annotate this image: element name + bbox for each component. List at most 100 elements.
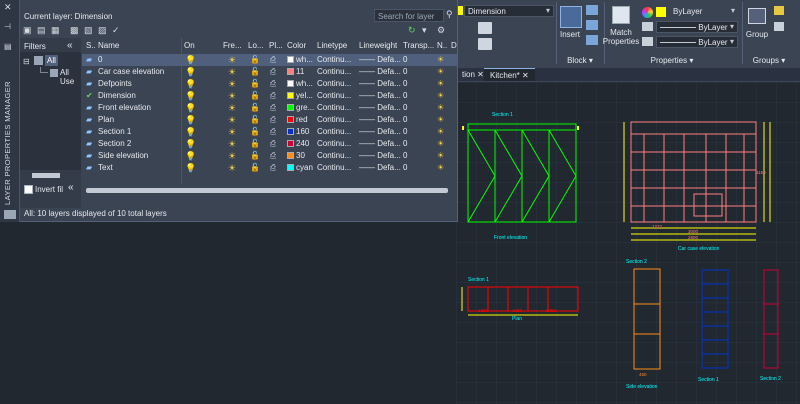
collapse-filters-icon[interactable]: « [67, 40, 73, 51]
col-newvp[interactable]: N.. [437, 38, 447, 52]
freeze-sun-icon[interactable]: ☀ [228, 150, 236, 162]
freeze-sun-icon[interactable]: ☀ [228, 126, 236, 138]
freeze-sun-icon[interactable]: ☀ [228, 90, 236, 102]
close-icon[interactable]: ✕ [477, 70, 484, 79]
layer-color[interactable]: wh... [287, 54, 315, 66]
layer-lineweight[interactable]: —— Defa... [359, 66, 401, 78]
group-tool-icon-2[interactable] [774, 22, 784, 31]
on-bulb-icon[interactable]: 💡 [185, 102, 196, 114]
layer-name[interactable]: Section 2 [98, 138, 180, 150]
freeze-sun-icon[interactable]: ☀ [228, 54, 236, 66]
col-status[interactable]: S.. [86, 38, 96, 52]
layer-transparency[interactable]: 0 [403, 78, 417, 90]
layer-lineweight[interactable]: —— Defa... [359, 102, 401, 114]
layer-linetype[interactable]: Continu... [317, 78, 357, 90]
layer-lineweight[interactable]: —— Defa... [359, 90, 401, 102]
group-tool-icon[interactable] [774, 6, 784, 15]
new-filter-icon[interactable]: ▣ [23, 24, 32, 36]
collapse-icon[interactable]: « [68, 182, 74, 193]
printer-icon[interactable]: ⎙ [270, 78, 276, 90]
layer-dropdown[interactable]: Dimension [464, 5, 554, 17]
linetype-dropdown[interactable]: ByLayer [656, 21, 738, 33]
tree-item-all-used[interactable]: All Use [60, 68, 81, 86]
on-bulb-icon[interactable]: 💡 [185, 162, 196, 174]
col-description[interactable]: D [451, 38, 457, 52]
expand-icon[interactable]: ⊟ [23, 57, 30, 66]
tree-item-all[interactable]: All [45, 55, 58, 66]
unlock-icon[interactable]: 🔓 [250, 162, 260, 174]
col-color[interactable]: Color [287, 38, 306, 52]
on-bulb-icon[interactable]: 💡 [185, 138, 196, 150]
layer-linetype[interactable]: Continu... [317, 126, 357, 138]
layer-row[interactable]: ▰ Text 💡 ☀ 🔓 ⎙ cyan Continu... —— Defa... 0 ☀ [82, 162, 458, 174]
pin-icon[interactable]: ⊣ [4, 22, 11, 31]
layer-name[interactable]: Defpoints [98, 78, 180, 90]
color-wheel-icon[interactable] [642, 7, 653, 18]
new-vp-freeze-icon[interactable]: ☀ [437, 150, 444, 162]
layer-name[interactable]: Side elevation [98, 150, 180, 162]
printer-icon[interactable]: ⎙ [270, 126, 276, 138]
layer-row[interactable]: ▰ Front elevation 💡 ☀ 🔓 ⎙ gre... Continu... —— D… [82, 102, 458, 114]
freeze-sun-icon[interactable]: ☀ [228, 138, 236, 150]
state-manager-icon[interactable]: ▦ [51, 24, 60, 36]
layer-linetype[interactable]: Continu... [317, 54, 357, 66]
col-lineweight[interactable]: Lineweight [359, 38, 397, 52]
col-on[interactable]: On [184, 38, 195, 52]
layer-linetype[interactable]: Continu... [317, 66, 357, 78]
layer-color[interactable]: red [287, 114, 315, 126]
on-bulb-icon[interactable]: 💡 [185, 126, 196, 138]
layer-row[interactable]: ▰ Plan 💡 ☀ 🔓 ⎙ red Continu... —— Defa... 0 ☀ [82, 114, 458, 126]
on-bulb-icon[interactable]: 💡 [185, 150, 196, 162]
group-button[interactable]: Group [742, 30, 772, 39]
block-panel-label[interactable]: Block ▾ [556, 56, 604, 65]
layer-tool-icon-2[interactable] [478, 38, 492, 50]
layer-transparency[interactable]: 0 [403, 162, 417, 174]
layer-linetype[interactable]: Continu... [317, 90, 357, 102]
layer-color[interactable]: 30 [287, 150, 315, 162]
layer-row[interactable]: ▰ 0 💡 ☀ 🔓 ⎙ wh... Continu... —— Defa... 0 ☀ [82, 54, 458, 66]
layer-color[interactable]: gre... [287, 102, 315, 114]
col-lock[interactable]: Lo... [248, 38, 264, 52]
new-vp-freeze-icon[interactable]: ☀ [437, 66, 444, 78]
pin-layer-icon[interactable]: ▾ [422, 24, 427, 36]
search-input[interactable]: Search for layer [374, 9, 444, 22]
unlock-icon[interactable]: 🔓 [250, 150, 260, 162]
printer-icon[interactable]: ⎙ [270, 150, 276, 162]
printer-icon[interactable]: ⎙ [270, 102, 276, 114]
close-icon[interactable]: ✕ [522, 71, 529, 80]
layer-row[interactable]: ✔ Dimension 💡 ☀ 🔓 ⎙ yel... Continu... —— Defa...… [82, 90, 458, 102]
palette-sidebar[interactable]: ✕ ⊣ ▤ LAYER PROPERTIES MANAGER [0, 0, 20, 222]
refresh-icon[interactable]: ↻ [408, 24, 416, 36]
layer-lineweight[interactable]: —— Defa... [359, 78, 401, 90]
layer-lineweight[interactable]: —— Defa... [359, 114, 401, 126]
layer-color[interactable]: cyan [287, 162, 315, 174]
lineweight-dropdown[interactable]: ByLayer [656, 36, 738, 48]
new-vp-freeze-icon[interactable]: ☀ [437, 138, 444, 150]
grid-scrollbar[interactable] [86, 188, 448, 193]
settings-icon[interactable]: ▤ [4, 42, 12, 51]
layer-linetype[interactable]: Continu... [317, 138, 357, 150]
on-bulb-icon[interactable]: 💡 [185, 114, 196, 126]
layer-linetype[interactable]: Continu... [317, 114, 357, 126]
on-bulb-icon[interactable]: 💡 [185, 78, 196, 90]
layer-linetype[interactable]: Continu... [317, 162, 357, 174]
groups-panel-label[interactable]: Groups ▾ [744, 56, 794, 65]
layer-transparency[interactable]: 0 [403, 126, 417, 138]
col-freeze[interactable]: Fre... [223, 38, 242, 52]
unlock-icon[interactable]: 🔓 [250, 126, 260, 138]
layer-name[interactable]: Car case elevation [98, 66, 180, 78]
layer-name[interactable]: Text [98, 162, 180, 174]
freeze-sun-icon[interactable]: ☀ [228, 162, 236, 174]
layer-transparency[interactable]: 0 [403, 90, 417, 102]
printer-icon[interactable]: ⎙ [270, 90, 276, 102]
set-current-icon[interactable]: ✓ [112, 24, 120, 36]
unlock-icon[interactable]: 🔓 [250, 54, 260, 66]
layer-row[interactable]: ▰ Side elevation 💡 ☀ 🔓 ⎙ 30 Continu... —— Defa..… [82, 150, 458, 162]
search-icon[interactable]: ⚲ [446, 9, 453, 20]
new-vp-layer-icon[interactable]: ▧ [84, 24, 93, 36]
freeze-sun-icon[interactable]: ☀ [228, 114, 236, 126]
new-vp-freeze-icon[interactable]: ☀ [437, 114, 444, 126]
layer-color[interactable]: 11 [287, 66, 315, 78]
layer-transparency[interactable]: 0 [403, 102, 417, 114]
block-create-icon[interactable] [586, 5, 598, 15]
